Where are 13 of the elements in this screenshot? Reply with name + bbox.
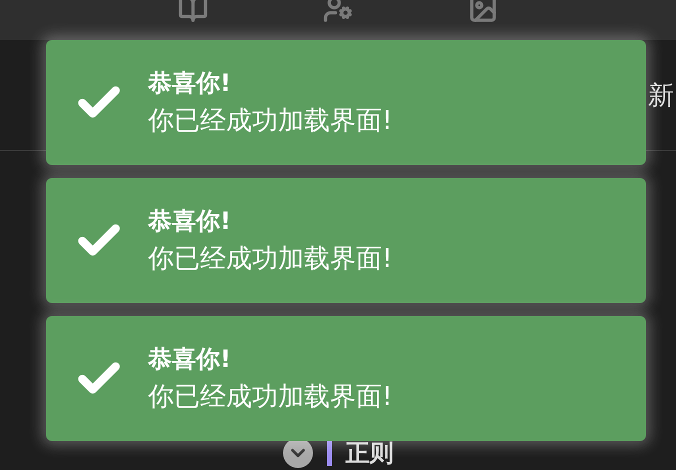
toast-message: 你已经成功加载界面! (148, 105, 392, 138)
book-icon[interactable] (178, 0, 208, 24)
user-settings-icon[interactable] (322, 0, 353, 24)
image-icon[interactable] (468, 0, 498, 24)
section-label: 正则 (346, 438, 394, 469)
toast-title: 恭喜你! (148, 206, 232, 237)
header-text: 新 (648, 80, 674, 112)
toast-message: 你已经成功加载界面! (148, 381, 392, 414)
toast-message: 你已经成功加载界面! (148, 243, 392, 276)
chevron-down-icon[interactable] (282, 438, 312, 468)
toast-title: 恭喜你! (148, 68, 232, 99)
accent-bar (326, 440, 332, 466)
toast-title: 恭喜你! (148, 344, 232, 375)
